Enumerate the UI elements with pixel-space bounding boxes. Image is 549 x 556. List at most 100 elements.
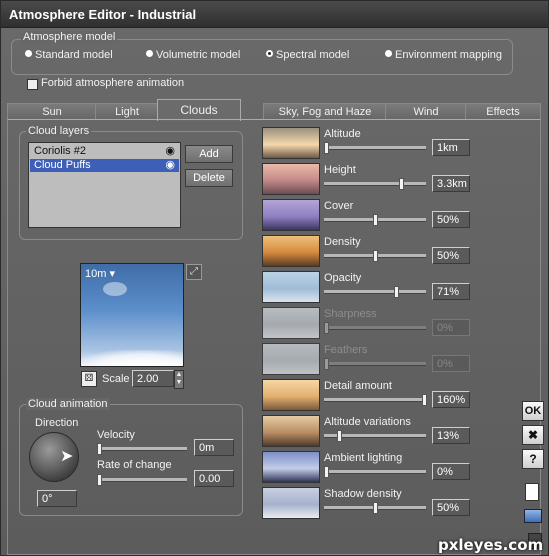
param-thumbnail[interactable] (262, 487, 320, 519)
param-value-field[interactable]: 50% (432, 499, 470, 516)
param-value-field[interactable]: 3.3km (432, 175, 470, 192)
add-layer-button[interactable]: Add (185, 145, 233, 163)
param-thumbnail[interactable] (262, 451, 320, 483)
cloud-layers-legend: Cloud layers (26, 125, 92, 137)
new-document-icon[interactable] (525, 483, 539, 501)
atmosphere-model-legend: Atmosphere model (21, 31, 118, 43)
cloud-preview-image[interactable]: 10m ▾ (80, 263, 184, 367)
tab-light[interactable]: Light (95, 103, 159, 120)
param-slider[interactable] (324, 466, 426, 478)
param-label: Opacity (324, 272, 362, 284)
param-thumbnail[interactable] (262, 163, 320, 195)
param-thumbnail[interactable] (262, 271, 320, 303)
tab-sky-fog-haze[interactable]: Sky, Fog and Haze (263, 103, 387, 120)
param-label: Shadow density (324, 488, 402, 500)
param-value-field[interactable]: 160% (432, 391, 470, 408)
direction-label: Direction (35, 417, 79, 429)
param-label: Sharpness (324, 308, 377, 320)
param-thumbnail[interactable] (262, 307, 320, 339)
param-slider[interactable] (324, 214, 426, 226)
param-slider[interactable] (324, 250, 426, 262)
scale-stepper-icon[interactable]: ▲ ▼ (174, 370, 184, 389)
tab-sun[interactable]: Sun (7, 103, 97, 120)
eye-icon[interactable]: ◉ (165, 145, 175, 158)
rate-of-change-slider[interactable] (97, 474, 187, 486)
param-slider[interactable] (324, 394, 427, 406)
param-slider-knob[interactable] (422, 394, 427, 406)
tab-clouds[interactable]: Clouds (157, 99, 241, 121)
eye-icon[interactable]: ◉ (165, 159, 175, 172)
param-label: Density (324, 236, 361, 248)
radio-volumetric-model[interactable]: Volumetric model (146, 49, 240, 61)
param-value-field: 0% (432, 319, 470, 336)
radio-spectral-model[interactable]: Spectral model (266, 49, 349, 61)
param-slider[interactable] (324, 502, 426, 514)
direction-compass-icon[interactable]: ➤ (29, 432, 79, 482)
param-slider-knob[interactable] (373, 214, 378, 226)
direction-field[interactable]: 0° (37, 490, 77, 507)
velocity-label: Velocity (97, 429, 135, 441)
help-button[interactable]: ? (522, 449, 544, 469)
param-slider-knob[interactable] (324, 466, 329, 478)
randomize-icon[interactable]: ⚄ (81, 371, 97, 387)
cloud-layers-list[interactable]: Coriolis #2 ◉ Cloud Puffs ◉ (28, 142, 181, 228)
tab-effects[interactable]: Effects (465, 103, 541, 120)
velocity-field[interactable]: 0m (194, 439, 234, 456)
cloud-bank-shape (81, 350, 183, 366)
scale-field[interactable]: 2.00 (132, 370, 174, 387)
param-slider[interactable] (324, 178, 426, 190)
radio-standard-model[interactable]: Standard model (25, 49, 113, 61)
cloud-puff-shape (103, 282, 127, 296)
velocity-slider-knob[interactable] (97, 443, 102, 455)
param-label: Altitude (324, 128, 361, 140)
param-label: Height (324, 164, 356, 176)
velocity-slider[interactable] (97, 443, 187, 455)
preview-altitude-label[interactable]: 10m ▾ (85, 267, 115, 280)
atmosphere-editor-window: Atmosphere Editor - Industrial Atmospher… (0, 0, 549, 556)
param-value-field[interactable]: 50% (432, 247, 470, 264)
rate-of-change-label: Rate of change (97, 459, 172, 471)
param-slider[interactable] (324, 430, 426, 442)
param-slider (324, 358, 426, 370)
param-slider-knob[interactable] (394, 286, 399, 298)
param-thumbnail[interactable] (262, 343, 320, 375)
open-folder-icon[interactable] (524, 509, 542, 523)
delete-layer-button[interactable]: Delete (185, 169, 233, 187)
param-thumbnail[interactable] (262, 415, 320, 447)
rate-of-change-field[interactable]: 0.00 (194, 470, 234, 487)
expand-icon[interactable]: ⤢ (186, 264, 202, 280)
chevron-down-icon: ▾ (109, 268, 115, 280)
scale-label: Scale (102, 373, 130, 385)
cloud-animation-legend: Cloud animation (26, 398, 110, 410)
title-bar[interactable]: Atmosphere Editor - Industrial (1, 1, 548, 28)
param-label: Detail amount (324, 380, 392, 392)
forbid-animation-checkbox[interactable] (27, 79, 38, 90)
param-value-field[interactable]: 0% (432, 463, 470, 480)
tab-wind[interactable]: Wind (385, 103, 467, 120)
list-item[interactable]: Coriolis #2 ◉ (30, 145, 179, 158)
param-slider-knob[interactable] (373, 250, 378, 262)
param-value-field[interactable]: 13% (432, 427, 470, 444)
param-slider-knob[interactable] (337, 430, 342, 442)
param-label: Feathers (324, 344, 368, 356)
param-slider-knob[interactable] (324, 142, 329, 154)
param-label: Ambient lighting (324, 452, 403, 464)
param-slider[interactable] (324, 286, 426, 298)
param-slider[interactable] (324, 142, 426, 154)
param-slider-knob[interactable] (373, 502, 378, 514)
param-thumbnail[interactable] (262, 235, 320, 267)
param-value-field[interactable]: 50% (432, 211, 470, 228)
param-thumbnail[interactable] (262, 199, 320, 231)
cancel-button[interactable]: ✖ (522, 425, 544, 445)
tab-bar: Sun Light Sky, Fog and Haze Wind Effects… (7, 99, 541, 121)
rate-of-change-slider-knob[interactable] (97, 474, 102, 486)
radio-environment-mapping[interactable]: Environment mapping (385, 49, 502, 61)
param-value-field[interactable]: 71% (432, 283, 470, 300)
param-slider-knob (324, 358, 329, 370)
list-item-selected[interactable]: Cloud Puffs ◉ (30, 159, 179, 172)
param-thumbnail[interactable] (262, 127, 320, 159)
param-slider-knob[interactable] (399, 178, 404, 190)
param-value-field[interactable]: 1km (432, 139, 470, 156)
param-thumbnail[interactable] (262, 379, 320, 411)
ok-button[interactable]: OK (522, 401, 544, 421)
